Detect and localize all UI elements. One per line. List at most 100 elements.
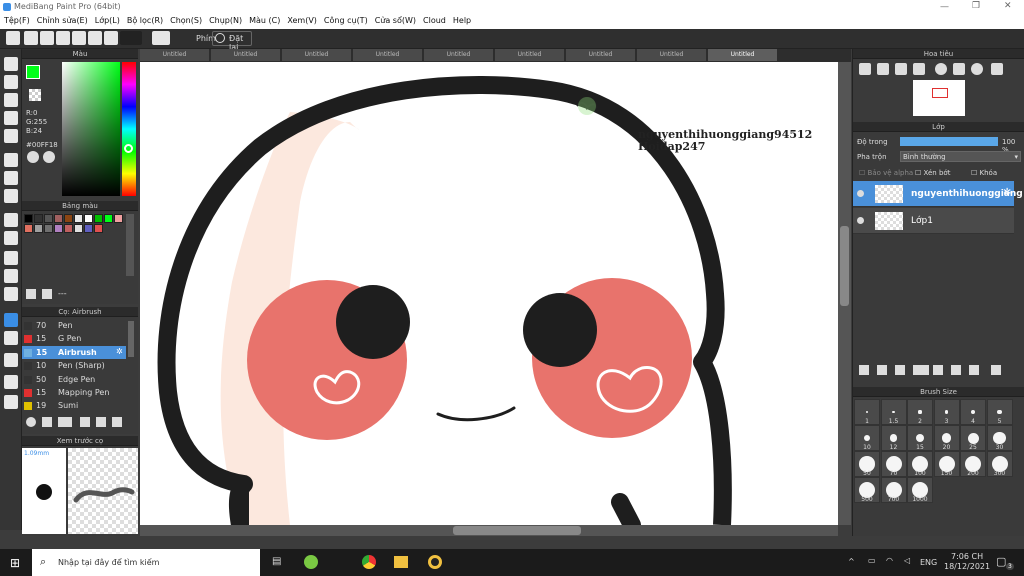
palette-swatch[interactable] [24, 224, 33, 233]
merge-layer-icon[interactable] [969, 365, 979, 375]
palette-swatch[interactable] [64, 224, 73, 233]
brush-size-cell[interactable]: 20 [933, 425, 960, 451]
brush-copy-icon[interactable] [112, 417, 122, 427]
color-wheel-icon[interactable] [43, 151, 55, 163]
chrome-icon[interactable] [362, 555, 376, 569]
delete-palette-icon[interactable] [42, 289, 52, 299]
brush-size-cell[interactable]: 10 [854, 425, 880, 451]
palette-swatch[interactable] [94, 214, 103, 223]
menu-edit[interactable]: Chỉnh sửa(E) [33, 15, 91, 25]
add-layer-menu-icon[interactable] [913, 365, 929, 375]
chat-icon[interactable] [56, 31, 70, 45]
new-8bit-layer-icon[interactable] [895, 365, 905, 375]
cloud-icon[interactable] [6, 31, 20, 45]
tab-untitled[interactable]: Untitled [708, 49, 778, 61]
eyedropper-icon[interactable] [4, 375, 18, 389]
gear-icon[interactable]: ✲ [1003, 187, 1011, 198]
volume-icon[interactable]: ◁ [904, 556, 910, 565]
brush-size-cell[interactable]: 500 [854, 477, 880, 503]
brush-scrollbar[interactable] [128, 321, 134, 357]
brush-item[interactable]: 10 Pen (Sharp) [22, 359, 126, 372]
tab-untitled[interactable]: Untitled [140, 49, 210, 61]
new-halftone-layer-icon[interactable] [877, 365, 887, 375]
lasso-icon[interactable] [4, 231, 18, 245]
eraser-tool-icon[interactable] [4, 75, 18, 89]
fit-icon[interactable] [895, 63, 907, 75]
tab-untitled[interactable]: Untitled [637, 49, 707, 61]
eye-icon[interactable] [857, 190, 864, 197]
palette-swatch[interactable] [44, 214, 53, 223]
transparent-swatch[interactable] [29, 89, 41, 101]
menu-tools[interactable]: Công cụ(T) [320, 15, 371, 25]
zoom-out-icon[interactable] [913, 63, 925, 75]
windows-start-icon[interactable]: ⊞ [10, 556, 20, 570]
palette-icon[interactable] [27, 151, 39, 163]
brush-size-cell[interactable]: 12 [880, 425, 907, 451]
select-rect-icon[interactable] [4, 213, 18, 227]
menu-window[interactable]: Cửa sổ(W) [371, 15, 419, 25]
brush-item[interactable]: 19 Sumi [22, 399, 126, 412]
brush-size-cell[interactable]: 70 [880, 451, 907, 477]
minimize-icon[interactable]: — [940, 2, 949, 12]
zoom-plus-icon[interactable] [877, 63, 889, 75]
menu-snap[interactable]: Chụp(N) [205, 15, 245, 25]
magic-wand-icon[interactable] [4, 251, 18, 265]
upload-icon[interactable] [24, 31, 38, 45]
reset-view-icon[interactable] [953, 63, 965, 75]
brush-size-cell[interactable]: 100 [907, 451, 933, 477]
rotate-left-icon[interactable] [935, 63, 947, 75]
brush-size-cell[interactable]: 2 [907, 399, 933, 425]
notification-icon[interactable]: ▢ [996, 555, 1006, 568]
horizontal-scroll-thumb[interactable] [453, 526, 581, 535]
palette-swatch[interactable] [94, 224, 103, 233]
maximize-icon[interactable]: ❐ [972, 1, 980, 11]
clipping-checkbox[interactable]: ☐ Xén bớt [915, 169, 950, 177]
add-brush-icon[interactable] [58, 417, 72, 427]
palette-swatch[interactable] [44, 224, 53, 233]
brush-size-cell[interactable]: 5 [986, 399, 1013, 425]
brush-size-cell[interactable]: 50 [854, 451, 880, 477]
menu-help[interactable]: Help [449, 15, 474, 25]
undo-icon[interactable] [152, 31, 170, 45]
menu-filter[interactable]: Bộ lọc(R) [123, 15, 166, 25]
palette-swatch[interactable] [34, 224, 43, 233]
gradient-tool-icon[interactable] [4, 189, 18, 203]
new-layer-icon[interactable] [859, 365, 869, 375]
tab-untitled[interactable]: Untitled [211, 49, 281, 61]
blend-select[interactable]: Bình thường ▾ [900, 151, 1021, 162]
brush-settings-icon[interactable] [26, 417, 36, 427]
palette-swatch[interactable] [64, 214, 73, 223]
operation-tool-icon[interactable] [4, 331, 18, 345]
palette-swatch[interactable] [54, 214, 63, 223]
duplicate-layer-icon[interactable] [951, 365, 961, 375]
palette-swatch[interactable] [34, 214, 43, 223]
palette-swatch[interactable] [54, 224, 63, 233]
delete-layer-icon[interactable] [991, 365, 1001, 375]
file-explorer-icon[interactable] [394, 556, 408, 568]
brush-item[interactable]: 15 Mapping Pen [22, 386, 126, 399]
palette-swatch[interactable] [24, 214, 33, 223]
layer-row[interactable]: nguyenthihuonggiang ✲ [853, 181, 1023, 207]
tab-untitled[interactable]: Untitled [353, 49, 423, 61]
pencil-tool-icon[interactable] [4, 111, 18, 125]
brush-size-cell[interactable]: 1 [854, 399, 880, 425]
menu-color[interactable]: Màu (C) [245, 15, 283, 25]
chevron-up-icon[interactable]: ^ [848, 557, 855, 566]
hue-handle[interactable] [124, 144, 133, 153]
list-icon[interactable] [104, 31, 118, 45]
divide-tool-icon[interactable] [4, 353, 18, 367]
medibang-icon[interactable] [428, 555, 442, 569]
brush-item[interactable]: 70 Pen [22, 319, 126, 332]
brush-size-cell[interactable]: 15 [907, 425, 933, 451]
palette-scrollbar[interactable] [126, 214, 134, 276]
menu-layer[interactable]: Lớp(L) [91, 15, 123, 25]
opacity-slider[interactable] [900, 137, 998, 146]
tab-untitled[interactable]: Untitled [495, 49, 565, 61]
layer-row[interactable]: Lớp1 [853, 208, 1014, 234]
menu-view[interactable]: Xem(V) [283, 15, 320, 25]
brush-size-cell[interactable]: 200 [960, 451, 986, 477]
vertical-scrollbar[interactable] [838, 62, 851, 525]
palette-swatch[interactable] [104, 214, 113, 223]
lock-checkbox[interactable]: ☐ Khóa [971, 169, 997, 177]
clock[interactable]: 7:06 CH 18/12/2021 [944, 552, 990, 572]
